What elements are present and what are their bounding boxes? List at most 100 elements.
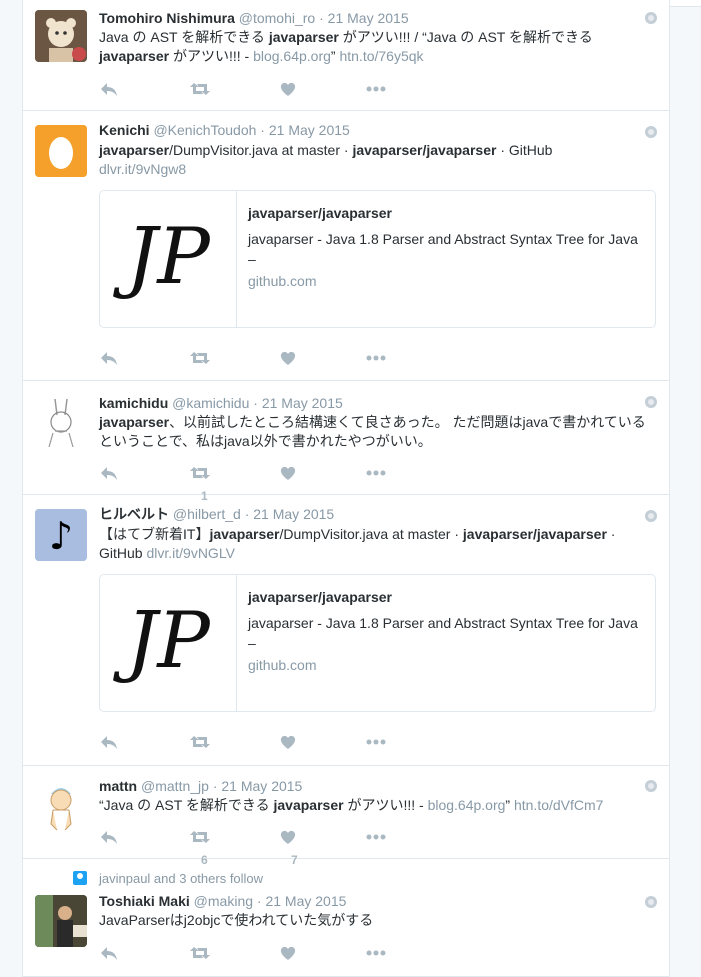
link[interactable]: dlvr.it/9vNGLV [146, 545, 234, 561]
tweet[interactable]: kamichidu @kamichidu · 21 May 2015 javap… [23, 381, 669, 503]
display-name[interactable]: Toshiaki Maki [99, 893, 190, 909]
separator: · [249, 395, 262, 411]
display-name[interactable]: Tomohiro Nishimura [99, 10, 235, 26]
text-segment: がアツい!!! - [169, 48, 254, 64]
link[interactable]: htn.to/dVfCm7 [514, 797, 604, 813]
heart-icon[interactable] [279, 733, 297, 751]
retweet-icon[interactable] [189, 80, 211, 98]
avatar[interactable] [35, 10, 87, 62]
text-segment: · GitHub [496, 142, 553, 158]
avatar[interactable] [35, 895, 87, 947]
username[interactable]: @hilbert_d [173, 506, 241, 522]
card-domain: github.com [248, 273, 317, 289]
tweet-text: Java の AST を解析できる javaparser がアツい!!! / “… [99, 28, 655, 66]
more-icon[interactable] [365, 80, 387, 98]
link[interactable]: blog.64p.org [253, 48, 331, 64]
card-description: javaparser - Java 1.8 Parser and Abstrac… [248, 231, 638, 267]
tweet-header: Tomohiro Nishimura @tomohi_ro · 21 May 2… [99, 9, 657, 27]
reply-icon[interactable] [99, 733, 119, 751]
card-image: JP [100, 191, 237, 327]
text-segment: 【はてブ新着IT】 [99, 526, 210, 542]
avatar[interactable] [35, 125, 87, 177]
follow-context[interactable]: javinpaul and 3 others follow [99, 871, 263, 886]
timestamp[interactable]: 21 May 2015 [221, 778, 302, 794]
tweet-header: ヒルベルト @hilbert_d · 21 May 2015 [99, 505, 657, 523]
reply-icon[interactable] [99, 828, 119, 846]
tweet-text: JavaParserはj2objcで使われていた気がする [99, 911, 655, 930]
person-icon [73, 871, 87, 885]
more-icon[interactable] [365, 349, 387, 367]
username[interactable]: @kamichidu [172, 395, 249, 411]
card-logo-text: JP [112, 596, 211, 686]
timestamp[interactable]: 21 May 2015 [269, 122, 350, 138]
reply-icon[interactable] [99, 80, 119, 98]
retweet-icon[interactable] [189, 944, 211, 962]
tweet-header: mattn @mattn_jp · 21 May 2015 [99, 777, 657, 795]
avatar[interactable]: ♪ [35, 509, 87, 561]
heart-icon[interactable] [279, 464, 297, 482]
display-name[interactable]: kamichidu [99, 395, 168, 411]
card-title[interactable]: javaparser/javaparser [248, 205, 392, 221]
heart-icon[interactable]: 7 [279, 828, 298, 867]
avatar[interactable] [35, 395, 87, 447]
avatar-note-text: ♪ [49, 514, 73, 558]
separator: · [208, 778, 222, 794]
tweet-text: 【はてブ新着IT】javaparser/DumpVisitor.java at … [99, 525, 655, 563]
more-icon[interactable] [365, 944, 387, 962]
separator: · [315, 10, 328, 26]
tweet[interactable]: javinpaul and 3 others follow Toshiaki M… [23, 859, 669, 977]
card-title[interactable]: javaparser/javaparser [248, 589, 392, 605]
tweet[interactable]: mattn @mattn_jp · 21 May 2015 “Java の AS… [23, 766, 669, 867]
more-icon[interactable] [365, 828, 387, 846]
text-segment: がアツい!!! / “Java の AST を解析できる [338, 29, 593, 45]
hashtag-highlight: javaparser [268, 29, 339, 45]
globe-icon [645, 780, 657, 792]
username[interactable]: @KenichToudoh [153, 122, 256, 138]
link[interactable]: blog.64p.org [428, 797, 506, 813]
username[interactable]: @mattn_jp [141, 778, 209, 794]
globe-icon [645, 12, 657, 24]
hashtag-highlight: javaparser [209, 526, 280, 542]
hashtag-highlight: javaparser/javaparser [462, 526, 607, 542]
display-name[interactable]: mattn [99, 778, 137, 794]
avatar[interactable] [35, 780, 87, 832]
globe-icon [645, 896, 657, 908]
timestamp[interactable]: 21 May 2015 [253, 506, 334, 522]
retweet-icon[interactable] [189, 349, 211, 367]
timestamp[interactable]: 21 May 2015 [262, 395, 343, 411]
more-icon[interactable] [365, 733, 387, 751]
heart-icon[interactable] [279, 349, 297, 367]
link-card[interactable]: JP javaparser/javaparser javaparser - Ja… [99, 574, 656, 712]
reply-icon[interactable] [99, 349, 119, 367]
timestamp[interactable]: 21 May 2015 [328, 10, 409, 26]
separator: · [240, 506, 254, 522]
link[interactable]: htn.to/76y5qk [339, 48, 423, 64]
reply-icon[interactable] [99, 944, 119, 962]
retweet-icon[interactable]: 6 [189, 828, 211, 867]
display-name[interactable]: Kenichi [99, 122, 150, 138]
timestamp[interactable]: 21 May 2015 [265, 893, 346, 909]
reply-icon[interactable] [99, 464, 119, 482]
hashtag-highlight: javaparser [99, 414, 170, 430]
retweet-icon[interactable]: 1 [189, 464, 211, 503]
text-segment: がアツい!!! - [343, 797, 428, 813]
globe-icon [645, 510, 657, 522]
tweet-header: Kenichi @KenichToudoh · 21 May 2015 [99, 121, 657, 139]
link[interactable]: dlvr.it/9vNgw8 [99, 161, 186, 177]
tweet-header: kamichidu @kamichidu · 21 May 2015 [99, 394, 657, 412]
tweet[interactable]: Tomohiro Nishimura @tomohi_ro · 21 May 2… [23, 0, 669, 111]
username[interactable]: @tomohi_ro [239, 10, 315, 26]
globe-icon [645, 126, 657, 138]
display-name[interactable]: ヒルベルト [99, 506, 169, 522]
tweet-text: “Java の AST を解析できる javaparser がアツい!!! - … [99, 796, 655, 815]
tweet[interactable]: Kenichi @KenichToudoh · 21 May 2015 java… [23, 111, 669, 381]
link-card[interactable]: JP javaparser/javaparser javaparser - Ja… [99, 190, 656, 328]
heart-icon[interactable] [279, 944, 297, 962]
heart-icon[interactable] [279, 80, 297, 98]
hashtag-highlight: javaparser [273, 797, 344, 813]
tweet[interactable]: ♪ ヒルベルト @hilbert_d · 21 May 2015 【はてブ新着I… [23, 495, 669, 766]
username[interactable]: @making [194, 893, 253, 909]
card-domain: github.com [248, 657, 317, 673]
more-icon[interactable] [365, 464, 387, 482]
retweet-icon[interactable] [189, 733, 211, 751]
